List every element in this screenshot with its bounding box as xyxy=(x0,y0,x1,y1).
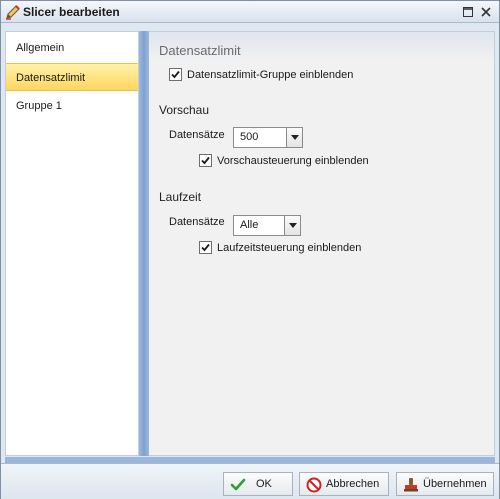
stamp-icon xyxy=(403,477,419,493)
dialog-window: Slicer bearbeiten Allgemein Datensatzlim… xyxy=(0,0,500,499)
cancel-icon xyxy=(306,477,322,493)
group-visible-checkbox[interactable] xyxy=(169,68,182,81)
sidebar-item-label: Gruppe 1 xyxy=(16,100,62,112)
cancel-button[interactable]: Abbrechen xyxy=(299,472,389,496)
checkmark-icon xyxy=(230,477,246,493)
sidebar-item-datensatzlimit[interactable]: Datensatzlimit xyxy=(6,63,138,91)
preview-records-value: 500 xyxy=(240,131,259,143)
preview-records-select[interactable]: 500 xyxy=(233,127,303,148)
runtime-records-select[interactable]: Alle xyxy=(233,215,301,236)
runtime-records-label: Datensätze xyxy=(169,216,225,228)
runtime-section-title: Laufzeit xyxy=(159,190,202,204)
close-icon[interactable] xyxy=(479,5,493,19)
preview-control-checkbox[interactable] xyxy=(199,154,212,167)
preview-records-label: Datensätze xyxy=(169,129,225,141)
ok-button[interactable]: OK xyxy=(223,472,293,496)
ok-button-label: OK xyxy=(256,478,272,490)
panel-title: Datensatzlimit xyxy=(159,43,241,58)
group-visible-label: Datensatzlimit-Gruppe einblenden xyxy=(187,69,354,81)
sidebar-item-label: Datensatzlimit xyxy=(16,72,86,84)
sidebar-nav: Allgemein Datensatzlimit Gruppe 1 xyxy=(5,31,139,456)
title-bar[interactable]: Slicer bearbeiten xyxy=(1,1,499,23)
panel-splitter[interactable] xyxy=(139,31,149,456)
pencil-icon xyxy=(5,4,21,20)
sidebar-item-allgemein[interactable]: Allgemein xyxy=(6,34,138,62)
chevron-down-icon[interactable] xyxy=(284,216,300,235)
apply-button-label: Übernehmen xyxy=(423,478,487,490)
maximize-icon[interactable] xyxy=(461,5,475,19)
preview-section-title: Vorschau xyxy=(159,103,210,117)
sidebar-item-label: Allgemein xyxy=(16,42,65,54)
runtime-control-label: Laufzeitsteuerung einblenden xyxy=(217,242,362,254)
runtime-records-value: Alle xyxy=(240,219,259,231)
preview-control-label: Vorschausteuerung einblenden xyxy=(217,155,369,167)
runtime-control-checkbox[interactable] xyxy=(199,241,212,254)
dialog-footer: OK Abbrechen Übernehmen xyxy=(1,463,499,499)
window-title: Slicer bearbeiten xyxy=(23,5,120,19)
apply-button[interactable]: Übernehmen xyxy=(396,472,494,496)
cancel-button-label: Abbrechen xyxy=(326,478,380,490)
chevron-down-icon[interactable] xyxy=(286,128,302,147)
sidebar-item-gruppe-1[interactable]: Gruppe 1 xyxy=(6,92,138,120)
settings-panel: Datensatzlimit Datensatzlimit-Gruppe ein… xyxy=(149,31,495,456)
